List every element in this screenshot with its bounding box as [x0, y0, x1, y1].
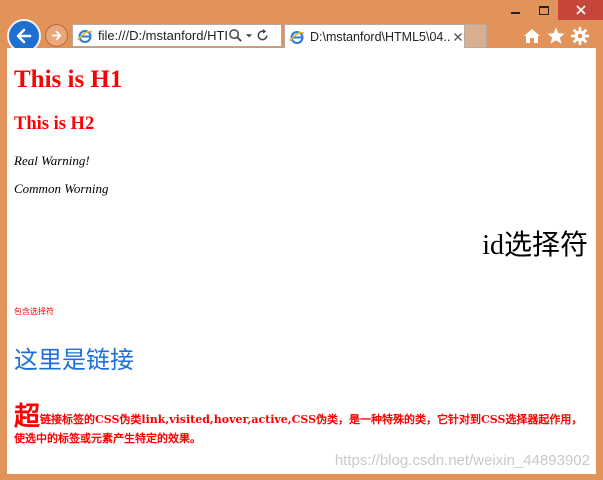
search-icon[interactable] — [228, 28, 243, 43]
maximize-button[interactable] — [530, 0, 558, 20]
heading-h1: This is H1 — [14, 66, 123, 93]
forward-button[interactable] — [45, 24, 68, 47]
address-url[interactable]: file:///D:/mstanford/HTI — [98, 28, 227, 43]
tab-title: D:\mstanford\HTML5\04... — [310, 29, 450, 44]
id-selector-text: id选择符 — [482, 230, 588, 261]
paragraph-text: 链接标签的CSS伪类link,visited,hover,active,CSS伪… — [14, 413, 583, 445]
refresh-icon[interactable] — [255, 28, 270, 43]
page-viewport: This is H1 This is H2 Real Warning! Comm… — [7, 48, 596, 474]
back-arrow-icon — [16, 28, 32, 44]
real-warning-text: Real Warning! — [14, 153, 90, 168]
minimize-icon — [510, 12, 520, 14]
dropdown-arrow-icon[interactable] — [244, 28, 254, 43]
close-window-button[interactable] — [558, 0, 603, 20]
ie-page-icon — [77, 29, 93, 43]
new-tab-button[interactable] — [465, 24, 487, 48]
home-icon[interactable] — [522, 26, 542, 46]
maximize-icon — [539, 5, 549, 15]
csdn-watermark: https://blog.csdn.net/weixin_44893902 — [334, 452, 590, 469]
paragraph-big-char: 超 — [14, 402, 41, 432]
browser-window: file:///D:/mstanford/HTI D:\mstanford\HT… — [0, 0, 603, 480]
address-bar[interactable]: file:///D:/mstanford/HTI — [72, 24, 282, 47]
settings-gear-icon[interactable] — [570, 26, 590, 46]
ie-tab-icon — [289, 30, 305, 44]
favorites-star-icon[interactable] — [546, 26, 566, 46]
contain-selector-text: 包含选择符 — [14, 307, 54, 316]
forward-arrow-icon — [51, 30, 62, 41]
minimize-button[interactable] — [500, 0, 530, 20]
tab-close-icon[interactable] — [453, 32, 463, 42]
tab-current[interactable]: D:\mstanford\HTML5\04... — [284, 24, 465, 48]
pseudo-class-paragraph: 超链接标签的CSS伪类link,visited,hover,active,CSS… — [14, 404, 589, 447]
heading-h2: This is H2 — [14, 114, 95, 134]
close-icon — [575, 5, 586, 15]
common-warning-text: Common Worning — [14, 181, 109, 196]
page-link[interactable]: 这里是链接 — [14, 340, 134, 375]
